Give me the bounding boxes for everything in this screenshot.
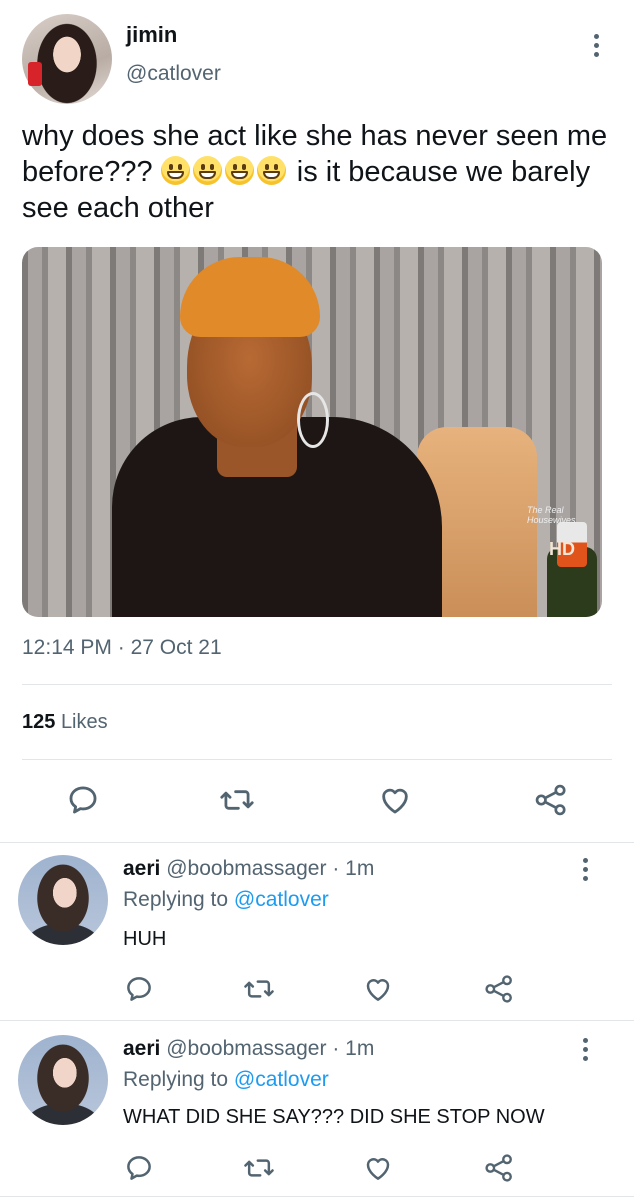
divider xyxy=(0,1196,634,1197)
more-options-icon[interactable] xyxy=(583,1038,589,1065)
reply-author-handle[interactable]: @boobmassager xyxy=(166,1037,326,1060)
replying-to: Replying to @catlover xyxy=(123,1068,329,1092)
reply-separator: · xyxy=(332,857,340,880)
date-separator: · xyxy=(117,636,125,659)
likes-count: 125 xyxy=(22,711,56,733)
reply-author-name[interactable]: aeri xyxy=(123,1037,160,1060)
retweet-icon[interactable] xyxy=(243,1153,275,1183)
replying-to-handle[interactable]: @catlover xyxy=(234,888,329,911)
author-handle[interactable]: @catlover xyxy=(126,62,221,86)
reply-icon[interactable] xyxy=(66,783,100,817)
replying-to-label: Replying to xyxy=(123,1068,229,1091)
share-icon[interactable] xyxy=(533,782,569,818)
grinning-face-emoji-icon xyxy=(192,156,222,185)
divider xyxy=(22,759,612,760)
divider xyxy=(0,842,634,843)
share-icon[interactable] xyxy=(483,1152,515,1184)
retweet-icon[interactable] xyxy=(243,974,275,1004)
media-hd-badge: HD xyxy=(549,539,575,559)
reply-avatar[interactable] xyxy=(18,855,108,945)
like-icon[interactable] xyxy=(363,974,393,1004)
grinning-face-emoji-icon xyxy=(160,156,190,185)
media-person-hair xyxy=(180,257,320,337)
divider xyxy=(22,684,612,685)
reply-header: aeri @boobmassager · 1m xyxy=(123,857,374,881)
reply-icon[interactable] xyxy=(124,1153,154,1183)
reply-time: 1m xyxy=(345,1037,375,1060)
grinning-face-emoji-icon xyxy=(256,156,286,185)
replying-to-label: Replying to xyxy=(123,888,229,911)
reply-separator: · xyxy=(332,1037,340,1060)
reply-header: aeri @boobmassager · 1m xyxy=(123,1037,374,1061)
media-watermark: The Real Housewives xyxy=(527,505,576,525)
tweet-media-image[interactable]: The Real Housewives HD 6 xyxy=(22,247,602,617)
author-name[interactable]: jimin xyxy=(126,22,177,48)
media-earring xyxy=(297,392,329,448)
avatar-phone-detail xyxy=(28,62,42,86)
like-icon[interactable] xyxy=(363,1153,393,1183)
reply-author-name[interactable]: aeri xyxy=(123,857,160,880)
replying-to-handle[interactable]: @catlover xyxy=(234,1068,329,1091)
tweet-date: 27 Oct 21 xyxy=(130,636,222,659)
retweet-icon[interactable] xyxy=(219,783,255,817)
tweet-text: why does she act like she has never seen… xyxy=(22,118,612,226)
reply-avatar[interactable] xyxy=(18,1035,108,1125)
more-options-icon[interactable] xyxy=(594,34,600,61)
replying-to: Replying to @catlover xyxy=(123,888,329,912)
reply-icon[interactable] xyxy=(124,974,154,1004)
reply-time: 1m xyxy=(345,857,375,880)
more-options-icon[interactable] xyxy=(583,858,589,885)
tweet-time: 12:14 PM xyxy=(22,636,112,659)
reply-text: HUH xyxy=(123,928,167,950)
like-icon[interactable] xyxy=(378,783,412,817)
tweet-timestamp[interactable]: 12:14 PM · 27 Oct 21 xyxy=(22,636,222,660)
reply-text: WHAT DID SHE SAY??? DID SHE STOP NOW xyxy=(123,1106,545,1128)
author-avatar[interactable] xyxy=(22,14,112,104)
grinning-face-emoji-icon xyxy=(224,156,254,185)
likes-count-link[interactable]: 125 Likes xyxy=(22,711,108,734)
divider xyxy=(0,1020,634,1021)
reply-author-handle[interactable]: @boobmassager xyxy=(166,857,326,880)
likes-label: Likes xyxy=(60,711,108,733)
share-icon[interactable] xyxy=(483,973,515,1005)
